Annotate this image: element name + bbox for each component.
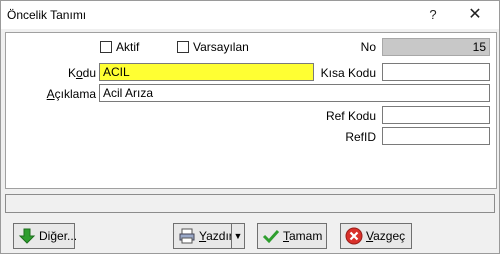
ref-kodu-label: Ref Kodu bbox=[325, 109, 376, 123]
status-bar bbox=[5, 194, 495, 213]
tamam-button[interactable]: Tamam bbox=[257, 223, 327, 249]
close-button[interactable]: ✕ bbox=[453, 1, 497, 29]
no-label: No bbox=[360, 40, 376, 54]
green-down-arrow-icon bbox=[18, 227, 36, 245]
kodu-label: Kodu bbox=[67, 66, 96, 80]
green-check-icon bbox=[262, 227, 280, 245]
yazdir-label: Yazdır bbox=[199, 229, 233, 243]
kodu-input[interactable]: ACIL bbox=[99, 63, 314, 81]
form-panel: Aktif Varsayılan No 15 Kodu ACIL Kısa Ko… bbox=[5, 32, 497, 189]
aktif-label: Aktif bbox=[116, 40, 140, 54]
varsayilan-label: Varsayılan bbox=[193, 40, 249, 54]
ref-kodu-input[interactable] bbox=[382, 106, 490, 124]
kisa-kodu-input[interactable] bbox=[382, 63, 490, 81]
diger-button[interactable]: Diğer... bbox=[13, 223, 78, 249]
varsayilan-checkbox[interactable] bbox=[177, 41, 189, 53]
title-bar: Öncelik Tanımı ? ✕ bbox=[1, 1, 499, 29]
vazgec-label: Vazgeç bbox=[366, 229, 406, 243]
help-button[interactable]: ? bbox=[411, 1, 455, 29]
aciklama-input[interactable]: Acil Arıza bbox=[99, 84, 490, 102]
yazdir-dropdown-button[interactable]: ▼ bbox=[231, 223, 245, 249]
tamam-label: Tamam bbox=[283, 229, 323, 243]
red-x-icon bbox=[345, 227, 363, 245]
vazgec-button[interactable]: Vazgeç bbox=[340, 223, 412, 249]
refid-input[interactable] bbox=[382, 127, 490, 145]
refid-label: RefID bbox=[345, 130, 376, 144]
aktif-checkbox[interactable] bbox=[100, 41, 112, 53]
yazdir-button[interactable]: Yazdır bbox=[173, 223, 233, 249]
aciklama-label: Açıklama bbox=[46, 87, 96, 101]
no-field: 15 bbox=[382, 38, 490, 56]
printer-icon bbox=[178, 227, 196, 245]
diger-label: Diğer... bbox=[39, 229, 78, 243]
kisa-kodu-label: Kısa Kodu bbox=[320, 66, 376, 80]
dialog-window: Öncelik Tanımı ? ✕ Aktif Varsayılan No 1… bbox=[0, 0, 500, 254]
window-title: Öncelik Tanımı bbox=[7, 8, 87, 22]
